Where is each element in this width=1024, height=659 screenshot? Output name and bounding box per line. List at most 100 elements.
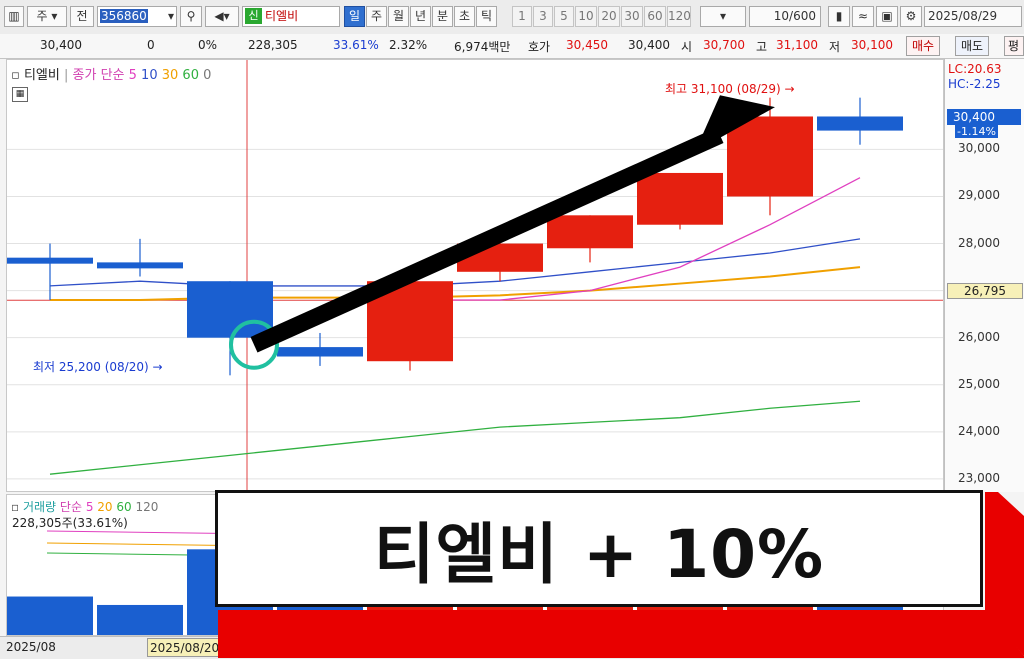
y-tick-label: 25,000 <box>958 376 1000 391</box>
period-tab-4[interactable]: 분 <box>432 6 453 27</box>
last-rate-tag: -1.14% <box>955 125 998 138</box>
period-tab-0[interactable]: 일 <box>344 6 365 27</box>
candle-body <box>817 116 903 131</box>
volume-ma-periods: 5 20 60 120 <box>86 500 159 514</box>
chart-legend: ▫ 티엘비 | 종가 단순 5 10 30 60 0 <box>11 68 212 83</box>
interval-tab-5[interactable]: 5 <box>554 6 574 27</box>
gear-icon[interactable]: ⚙ <box>900 6 922 27</box>
period-tab-6[interactable]: 틱 <box>476 6 497 27</box>
interval-tab-120[interactable]: 120 <box>667 6 691 27</box>
new-badge: 신 <box>245 8 262 24</box>
legend-ma-4: 0 <box>198 68 212 83</box>
interval-tab-3[interactable]: 3 <box>533 6 553 27</box>
headline-banner: 티엘비 + 10% <box>215 490 983 607</box>
sell-button[interactable]: 매도 <box>955 36 990 56</box>
interval-tab-10[interactable]: 10 <box>575 6 597 27</box>
y-tick-label: 23,000 <box>958 470 1000 485</box>
lc-label: LC:20.63 <box>948 62 1002 76</box>
candle-icon[interactable]: ▮ <box>828 6 850 27</box>
stock-name-field[interactable]: 신 티엘비 <box>242 6 340 27</box>
quote-vol-ratio: 33.61% <box>333 38 379 52</box>
stock-code-input[interactable]: 356860 ▾ <box>97 6 177 27</box>
legend-stock-name: 티엘비 <box>23 68 60 83</box>
trend-arrow-shaft <box>250 127 724 353</box>
period-tab-1[interactable]: 주 <box>366 6 387 27</box>
speaker-icon[interactable]: ◀▾ <box>205 6 239 27</box>
legend-ma-title: 종가 단순 <box>72 68 125 83</box>
compare-icon[interactable]: ≈ <box>852 6 874 27</box>
eval-button[interactable]: 평 <box>1004 36 1024 56</box>
crosshair-price-tag: 26,795 <box>947 283 1023 299</box>
high-annotation: 최고 31,100 (08/29) → <box>665 82 795 96</box>
low-label: 저 <box>829 40 841 54</box>
volume-current: 228,305주(33.61%) <box>12 516 128 530</box>
price-chart-svg <box>7 60 943 491</box>
quote-low: 30,100 <box>851 38 893 52</box>
candle-body <box>637 172 723 225</box>
legend-ma-0: 5 <box>128 68 137 83</box>
candle-body <box>277 347 363 357</box>
quote-bar: 30,400 0 0% 228,305 33.61% 2.32% 6,974백만… <box>0 34 1024 59</box>
quote-bid: 30,400 <box>628 38 670 52</box>
count-value: 10 <box>773 9 790 23</box>
low-annotation: 최저 25,200 (08/20) → <box>33 360 163 374</box>
y-tick-label: 28,000 <box>958 235 1000 250</box>
quote-ask: 30,450 <box>566 38 608 52</box>
candle-body <box>187 281 273 338</box>
volume-legend-ma-2: 60 <box>112 500 132 514</box>
price-axis: LC:20.63 HC:-2.25 23,000 24,000 25,000 26,0… <box>944 59 1024 492</box>
buy-button[interactable]: 매수 <box>906 36 941 56</box>
y-tick-label: 30,000 <box>958 141 1000 156</box>
prev-button[interactable]: 전 <box>70 6 94 27</box>
legend-ma-3: 60 <box>178 68 199 83</box>
quote-open: 30,700 <box>703 38 745 52</box>
candle-body <box>97 262 183 269</box>
volume-legend: ▫ 거래량 단순 5 20 60 120 <box>11 500 159 514</box>
period-tab-2[interactable]: 월 <box>388 6 409 27</box>
y-tick-label: 29,000 <box>958 188 1000 203</box>
period-tab-3[interactable]: 년 <box>410 6 431 27</box>
y-tick-label: 24,000 <box>958 423 1000 438</box>
period-tab-5[interactable]: 초 <box>454 6 475 27</box>
quote-volume: 228,305 <box>248 38 298 52</box>
grid-toggle-icon[interactable]: ▦ <box>12 87 28 102</box>
interval-tab-60[interactable]: 60 <box>644 6 666 27</box>
chevron-down-icon[interactable]: ▾ <box>167 7 176 26</box>
search-icon[interactable]: ⚲ <box>180 6 202 27</box>
legend-ma-2: 30 <box>157 68 179 83</box>
hoga-label: 호가 <box>528 40 551 54</box>
quote-change: 0 <box>147 38 155 52</box>
quote-amount: 6,974백만 <box>454 40 511 54</box>
quote-high: 31,100 <box>776 38 818 52</box>
stock-code-value: 356860 <box>100 9 148 23</box>
candle-body <box>7 257 93 264</box>
interval-dropdown[interactable]: ▾ <box>700 6 746 27</box>
count-total: /600 <box>789 9 816 23</box>
banner-text: 티엘비 + 10% <box>373 515 825 593</box>
bottom-left-date: 2025/08 <box>6 640 56 654</box>
count-field[interactable]: 10/600 <box>749 6 821 27</box>
interval-tab-1[interactable]: 1 <box>512 6 532 27</box>
quote-price: 30,400 <box>40 38 82 52</box>
quote-change-rate: 0% <box>198 38 218 52</box>
price-chart[interactable]: ▫ 티엘비 | 종가 단순 5 10 30 60 0 ▦ 최고 31,100 (… <box>6 59 944 492</box>
layout-icon[interactable]: ▥ <box>4 6 24 27</box>
interval-tab-20[interactable]: 20 <box>598 6 620 27</box>
legend-box-icon: ▫ <box>11 68 20 83</box>
hc-label: HC:-2.25 <box>948 77 1001 91</box>
market-label: 주 <box>36 9 48 23</box>
save-icon[interactable]: ▣ <box>876 6 898 27</box>
volume-legend-ma-1: 20 <box>93 500 113 514</box>
interval-tab-30[interactable]: 30 <box>621 6 643 27</box>
last-price-tag: 30,400 <box>947 109 1021 125</box>
legend-ma-periods: 5 10 30 60 0 <box>129 68 212 83</box>
stock-name: 티엘비 <box>265 9 299 23</box>
volume-title: 거래량 <box>22 500 57 514</box>
open-label: 시 <box>681 40 693 54</box>
candle-body <box>547 215 633 249</box>
toolbar: ▥ 주 ▾ 전 356860 ▾ ⚲ ◀▾ 신 티엘비 일주월년분초틱 1351… <box>0 0 1024 35</box>
high-label: 고 <box>756 40 768 54</box>
market-select[interactable]: 주 ▾ <box>27 6 67 27</box>
volume-legend-ma-3: 120 <box>131 500 159 514</box>
date-field[interactable]: 2025/08/29 <box>924 6 1022 27</box>
